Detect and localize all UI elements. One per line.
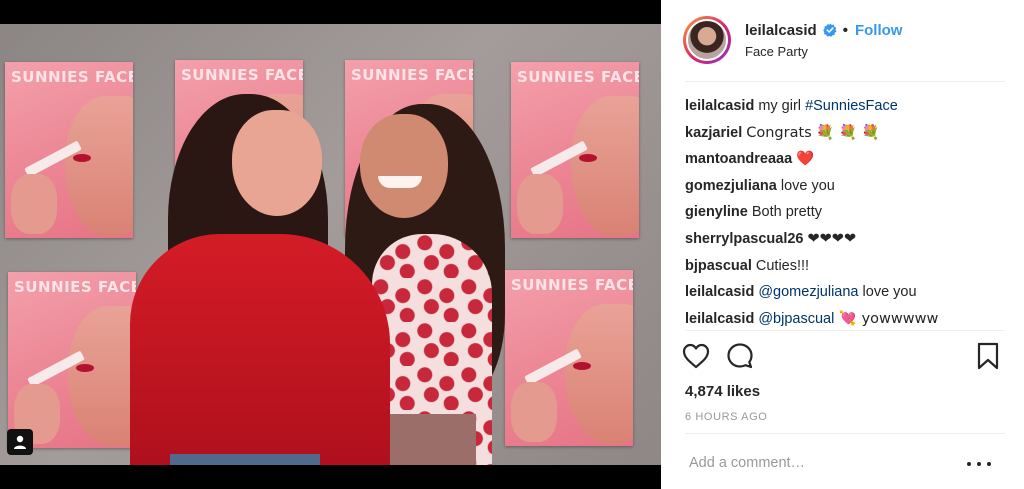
header-divider — [685, 81, 1005, 82]
more-options-icon[interactable] — [967, 455, 991, 473]
poster: SUNNIES FACE — [511, 62, 639, 238]
post-location[interactable]: Face Party — [745, 44, 902, 59]
poster-text: SUNNIES FACE — [181, 66, 303, 84]
person-right-face — [360, 114, 448, 218]
comment-username[interactable]: bjpascual — [685, 258, 752, 274]
person-left-jeans — [170, 454, 320, 465]
photo-wall-background: SUNNIES FACE SUNNIES FACE SUNNIES FACE S… — [0, 24, 661, 465]
comment-username[interactable]: leilalcasid — [685, 311, 754, 327]
post-header: leilalcasid • Follow Face Party — [683, 11, 1003, 69]
poster: SUNNIES FACE — [5, 62, 133, 238]
comment-username[interactable]: sherrylpascual26 — [685, 231, 804, 247]
comment-item: bjpascual Cuties!!! — [685, 253, 1005, 280]
comment-text: my girl — [758, 98, 806, 114]
comment-text: 💘 yowwwww — [834, 310, 939, 327]
comment-username[interactable]: gienyline — [685, 204, 748, 220]
comment-text: Cuties!!! — [755, 257, 810, 274]
separator-dot: • — [842, 21, 848, 39]
comment-text: Congrats 💐 💐 💐 — [746, 124, 880, 141]
poster-text: SUNNIES FACE — [511, 276, 633, 294]
comment-hashtag-link[interactable]: #SunniesFace — [805, 98, 898, 114]
poster: SUNNIES FACE — [505, 270, 633, 446]
comment-item: gomezjuliana love you — [685, 173, 1005, 200]
poster-text: SUNNIES FACE — [14, 278, 136, 296]
person-right-skirt — [380, 414, 476, 465]
poster-text: SUNNIES FACE — [11, 68, 133, 86]
heart-icon[interactable] — [681, 341, 711, 371]
verified-badge-icon — [822, 23, 837, 37]
comment-item: kazjariel Congrats 💐 💐 💐 — [685, 120, 1005, 147]
user-tag-icon[interactable] — [7, 429, 33, 455]
comment-text: love you — [780, 177, 835, 194]
post-timestamp[interactable]: 6 HOURS AGO — [685, 411, 767, 423]
comment-item: mantoandreaaa ❤️ — [685, 146, 1005, 173]
post-side-panel: leilalcasid • Follow Face Party leilalca… — [661, 0, 1024, 489]
comment-bubble-icon[interactable] — [725, 341, 755, 371]
bookmark-icon[interactable] — [973, 341, 1003, 371]
add-comment-input[interactable]: Add a comment… — [689, 455, 805, 471]
comment-text: ❤️ — [796, 151, 815, 168]
comment-username[interactable]: kazjariel — [685, 125, 742, 141]
poster-text: SUNNIES FACE — [517, 68, 639, 86]
comment-item: leilalcasid my girl #SunniesFace — [685, 93, 1005, 120]
comment-item: leilalcasid @gomezjuliana love you — [685, 279, 1005, 306]
poster: SUNNIES FACE — [8, 272, 136, 448]
comment-username[interactable]: gomezjuliana — [685, 178, 777, 194]
comment-username[interactable]: leilalcasid — [685, 284, 754, 300]
comment-item: leilalcasid @bjpascual 💘 yowwwww — [685, 306, 1005, 329]
comments-list[interactable]: leilalcasid my girl #SunniesFace kazjarie… — [685, 93, 1005, 329]
comment-text: love you — [858, 284, 917, 301]
comment-text: ❤❤❤❤ — [807, 230, 857, 247]
person-left-red-jacket — [130, 234, 390, 465]
footer-divider — [685, 433, 1005, 434]
poster-text: SUNNIES FACE — [351, 66, 473, 84]
follow-button[interactable]: Follow — [855, 22, 903, 39]
comment-username[interactable]: leilalcasid — [685, 98, 754, 114]
comment-text: Both pretty — [751, 204, 822, 221]
comment-username[interactable]: mantoandreaaa — [685, 151, 792, 167]
person-right-smile — [378, 176, 422, 188]
likes-count[interactable]: 4,874 likes — [685, 383, 760, 400]
person-left-face — [232, 110, 322, 216]
post-actions — [681, 341, 1005, 375]
comment-mention-link[interactable]: @bjpascual — [758, 311, 834, 327]
post-photo[interactable]: SUNNIES FACE SUNNIES FACE SUNNIES FACE S… — [0, 0, 661, 489]
avatar[interactable] — [683, 16, 731, 64]
comments-divider — [685, 330, 1005, 331]
comment-mention-link[interactable]: @gomezjuliana — [758, 284, 858, 300]
post-author-username[interactable]: leilalcasid — [745, 22, 817, 39]
comment-item: sherrylpascual26 ❤❤❤❤ — [685, 226, 1005, 253]
comment-item: gienyline Both pretty — [685, 199, 1005, 226]
